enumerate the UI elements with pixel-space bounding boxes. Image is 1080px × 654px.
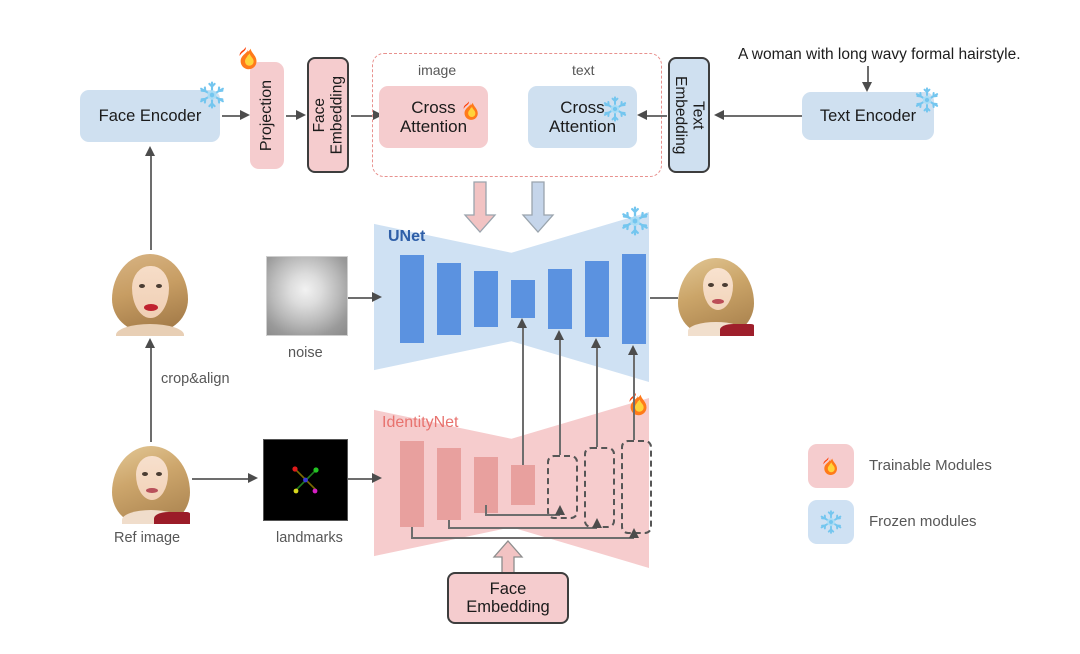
- edge-textencoder-to-textembedding: [722, 115, 802, 117]
- arrowhead: [372, 292, 382, 302]
- edge-refimage-to-landmarks: [192, 478, 252, 480]
- edge-refimage-to-croppedface: [150, 344, 152, 446]
- identitynet-skip-block: [584, 447, 615, 528]
- crossattn-text-caption: text: [572, 62, 595, 78]
- node-cross-attention-image-line2: Attention: [399, 117, 468, 136]
- unet-block: [400, 255, 424, 343]
- block-arrow-image-cond: [463, 181, 497, 234]
- node-cross-attention-image-line1: Cross: [411, 97, 456, 117]
- node-projection-label: Projection: [258, 79, 276, 152]
- node-face-embedding-bottom-line1: Face: [489, 579, 527, 598]
- arrowhead: [628, 345, 638, 355]
- arrowhead: [248, 473, 258, 483]
- identitynet-label: IdentityNet: [382, 414, 459, 431]
- node-projection[interactable]: Projection: [250, 62, 284, 169]
- arrowhead: [517, 318, 527, 328]
- unet-block: [511, 280, 535, 318]
- unet-block: [548, 269, 572, 329]
- unet-block: [585, 261, 609, 337]
- node-text-embedding-line1: Text: [689, 100, 707, 130]
- identitynet-skip-line: [448, 527, 597, 529]
- flame-icon: [459, 98, 484, 123]
- image-landmarks: [263, 439, 348, 521]
- node-face-embedding-bottom-line2: Embedding: [466, 598, 550, 616]
- legend-label-trainable: Trainable Modules: [869, 457, 992, 474]
- caption-ref-image: Ref image: [114, 530, 181, 546]
- image-ref: [112, 442, 190, 524]
- text-prompt: A woman with long wavy formal hairstyle.: [738, 46, 1021, 63]
- node-text-embedding[interactable]: Text Embedding: [668, 57, 710, 173]
- landmarks-graphic: [292, 466, 319, 494]
- unet-block: [622, 254, 646, 344]
- snowflake-icon: [818, 509, 844, 535]
- node-face-encoder-label: Face Encoder: [98, 106, 202, 125]
- flame-icon: [819, 454, 843, 478]
- image-cropped-face: [110, 254, 190, 336]
- flame-icon: [624, 389, 654, 419]
- arrowhead: [591, 338, 601, 348]
- edge-identitynet-to-unet: [559, 337, 561, 455]
- arrowhead: [296, 110, 306, 120]
- snowflake-icon: [619, 205, 651, 237]
- node-text-embedding-line2: Embedding: [672, 75, 689, 155]
- unet-block: [437, 263, 461, 335]
- image-noise: [266, 256, 348, 336]
- caption-landmarks: landmarks: [276, 530, 343, 546]
- node-face-embedding-top[interactable]: Face Embedding: [307, 57, 349, 173]
- label-crop-align: crop&align: [161, 371, 230, 387]
- arrowhead: [145, 146, 155, 156]
- node-face-embedding-top-line1: Face: [310, 97, 328, 133]
- snowflake-icon: [197, 80, 227, 110]
- caption-noise: noise: [288, 345, 323, 361]
- node-face-embedding-top-line2: Embedding: [328, 75, 345, 155]
- arrowhead: [629, 528, 639, 538]
- arrowhead: [862, 82, 872, 92]
- identitynet-block: [400, 441, 424, 527]
- arrowhead: [372, 473, 382, 483]
- node-cross-attention-text-line1: Cross: [560, 97, 605, 117]
- arrowhead: [240, 110, 250, 120]
- arrowhead: [637, 110, 647, 120]
- unet-label: UNet: [388, 228, 426, 245]
- edge-identitynet-to-unet: [522, 325, 524, 465]
- arrowhead: [714, 110, 724, 120]
- arrowhead: [592, 518, 602, 528]
- legend-swatch-trainable: [808, 444, 854, 488]
- snowflake-icon: [601, 95, 629, 123]
- flame-icon: [234, 43, 264, 73]
- arrowhead: [145, 338, 155, 348]
- snowflake-icon: [913, 86, 941, 114]
- diagram-canvas: Face Encoder Projection Face Embedding i…: [0, 0, 1080, 654]
- crossattn-image-caption: image: [418, 62, 457, 78]
- identitynet-block: [437, 448, 461, 520]
- unet-block: [474, 271, 498, 327]
- identitynet-block: [511, 465, 535, 505]
- edge-identitynet-to-unet: [633, 352, 635, 440]
- identitynet-skip-block: [621, 440, 652, 534]
- identitynet-skip-line: [485, 514, 560, 516]
- legend-swatch-frozen: [808, 500, 854, 544]
- arrowhead: [554, 330, 564, 340]
- image-output: [678, 256, 754, 336]
- identitynet-skip-line: [411, 537, 634, 539]
- edge-croppedface-to-faceencoder: [150, 152, 152, 250]
- node-face-embedding-bottom[interactable]: Face Embedding: [447, 572, 569, 624]
- legend-label-frozen: Frozen modules: [869, 513, 977, 530]
- edge-textembedding-to-crossattn-text: [645, 115, 667, 117]
- edge-identitynet-to-unet: [596, 345, 598, 447]
- arrowhead: [555, 505, 565, 515]
- node-text-encoder-label: Text Encoder: [819, 106, 917, 125]
- block-arrow-text-cond: [521, 181, 555, 234]
